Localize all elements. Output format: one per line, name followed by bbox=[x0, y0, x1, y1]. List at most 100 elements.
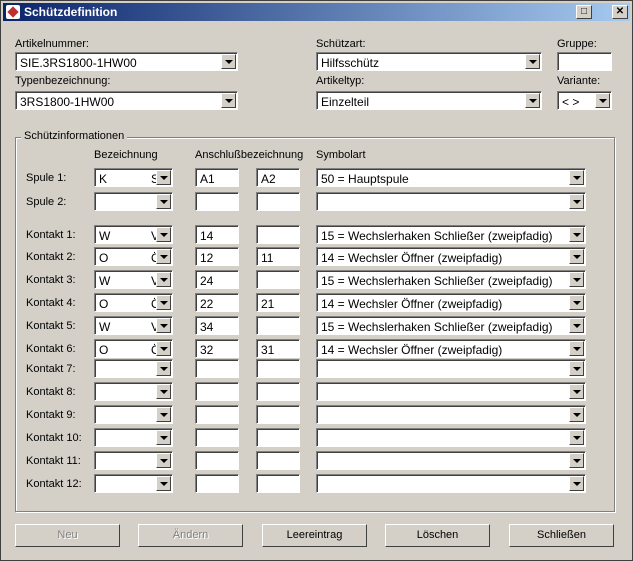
chevron-down-icon[interactable] bbox=[569, 194, 584, 209]
anschluss-2-input[interactable] bbox=[256, 382, 300, 401]
chevron-down-icon[interactable] bbox=[525, 54, 540, 69]
symbolart-combo[interactable]: 50 = Hauptspule bbox=[316, 168, 586, 187]
symbolart-combo[interactable] bbox=[316, 451, 586, 470]
anschluss-2-input[interactable] bbox=[256, 270, 300, 289]
anschluss-1-input[interactable]: 12 bbox=[195, 247, 239, 266]
chevron-down-icon[interactable] bbox=[569, 227, 584, 242]
chevron-down-icon[interactable] bbox=[221, 93, 236, 108]
chevron-down-icon[interactable] bbox=[156, 407, 171, 422]
artikeltyp-combo[interactable]: Einzelteil bbox=[316, 91, 542, 110]
symbolart-combo[interactable]: 15 = Wechslerhaken Schließer (zweipfadig… bbox=[316, 225, 586, 244]
chevron-down-icon[interactable] bbox=[569, 318, 584, 333]
chevron-down-icon[interactable] bbox=[156, 361, 171, 376]
title-bar[interactable]: Schützdefinition □ ✕ bbox=[3, 3, 630, 21]
chevron-down-icon[interactable] bbox=[569, 453, 584, 468]
bezeichnung-combo[interactable]: OÖ bbox=[94, 339, 173, 358]
chevron-down-icon[interactable] bbox=[569, 407, 584, 422]
anschluss-1-input[interactable]: 14 bbox=[195, 225, 239, 244]
bezeichnung-combo[interactable] bbox=[94, 428, 173, 447]
variante-combo[interactable]: < > bbox=[557, 91, 612, 110]
bezeichnung-combo[interactable] bbox=[94, 359, 173, 378]
chevron-down-icon[interactable] bbox=[569, 341, 584, 356]
anschluss-2-input[interactable] bbox=[256, 474, 300, 493]
chevron-down-icon[interactable] bbox=[595, 93, 610, 108]
symbolart-combo[interactable] bbox=[316, 428, 586, 447]
chevron-down-icon[interactable] bbox=[221, 54, 236, 69]
chevron-down-icon[interactable] bbox=[569, 295, 584, 310]
anschluss-1-input[interactable] bbox=[195, 428, 239, 447]
chevron-down-icon[interactable] bbox=[569, 249, 584, 264]
bezeichnung-combo[interactable]: WV bbox=[94, 270, 173, 289]
symbolart-combo[interactable] bbox=[316, 359, 586, 378]
chevron-down-icon[interactable] bbox=[525, 93, 540, 108]
anschluss-2-input[interactable] bbox=[256, 451, 300, 470]
anschluss-2-input[interactable] bbox=[256, 225, 300, 244]
bezeichnung-combo[interactable]: WV bbox=[94, 316, 173, 335]
chevron-down-icon[interactable] bbox=[569, 430, 584, 445]
chevron-down-icon[interactable] bbox=[156, 272, 171, 287]
chevron-down-icon[interactable] bbox=[156, 295, 171, 310]
anschluss-1-input[interactable]: 34 bbox=[195, 316, 239, 335]
anschluss-2-input[interactable] bbox=[256, 316, 300, 335]
anschluss-1-input[interactable] bbox=[195, 359, 239, 378]
symbolart-combo[interactable]: 15 = Wechslerhaken Schließer (zweipfadig… bbox=[316, 316, 586, 335]
bezeichnung-combo[interactable] bbox=[94, 382, 173, 401]
symbolart-combo[interactable]: 14 = Wechsler Öffner (zweipfadig) bbox=[316, 247, 586, 266]
chevron-down-icon[interactable] bbox=[156, 170, 171, 185]
anschluss-2-input[interactable] bbox=[256, 359, 300, 378]
chevron-down-icon[interactable] bbox=[569, 272, 584, 287]
chevron-down-icon[interactable] bbox=[156, 341, 171, 356]
chevron-down-icon[interactable] bbox=[156, 384, 171, 399]
anschluss-1-input[interactable] bbox=[195, 451, 239, 470]
anschluss-1-input[interactable] bbox=[195, 192, 239, 211]
bezeichnung-combo[interactable]: OÖ bbox=[94, 293, 173, 312]
bezeichnung-combo[interactable] bbox=[94, 474, 173, 493]
chevron-down-icon[interactable] bbox=[156, 453, 171, 468]
symbolart-combo[interactable] bbox=[316, 192, 586, 211]
anschluss-1-input[interactable]: 32 bbox=[195, 339, 239, 358]
anschluss-2-input[interactable]: 31 bbox=[256, 339, 300, 358]
chevron-down-icon[interactable] bbox=[156, 430, 171, 445]
artikelnummer-combo[interactable]: SIE.3RS1800-1HW00 bbox=[15, 52, 238, 71]
anschluss-2-input[interactable] bbox=[256, 428, 300, 447]
chevron-down-icon[interactable] bbox=[156, 476, 171, 491]
anschluss-1-input[interactable]: 22 bbox=[195, 293, 239, 312]
chevron-down-icon[interactable] bbox=[156, 227, 171, 242]
anschluss-1-input[interactable] bbox=[195, 474, 239, 493]
restore-icon[interactable]: □ bbox=[576, 5, 592, 19]
typenbezeichnung-combo[interactable]: 3RS1800-1HW00 bbox=[15, 91, 238, 110]
anschluss-2-input[interactable]: 11 bbox=[256, 247, 300, 266]
schliessen-button[interactable]: Schließen bbox=[509, 524, 614, 547]
symbolart-combo[interactable] bbox=[316, 382, 586, 401]
schuetzart-combo[interactable]: Hilfsschütz bbox=[316, 52, 542, 71]
close-icon[interactable]: ✕ bbox=[612, 5, 628, 19]
anschluss-2-input[interactable]: A2 bbox=[256, 168, 300, 187]
anschluss-2-input[interactable] bbox=[256, 192, 300, 211]
symbolart-combo[interactable]: 15 = Wechslerhaken Schließer (zweipfadig… bbox=[316, 270, 586, 289]
symbolart-combo[interactable] bbox=[316, 474, 586, 493]
neu-button[interactable]: Neu bbox=[15, 524, 120, 547]
symbolart-combo[interactable] bbox=[316, 405, 586, 424]
anschluss-1-input[interactable]: 24 bbox=[195, 270, 239, 289]
anschluss-2-input[interactable] bbox=[256, 405, 300, 424]
chevron-down-icon[interactable] bbox=[156, 318, 171, 333]
symbolart-combo[interactable]: 14 = Wechsler Öffner (zweipfadig) bbox=[316, 339, 586, 358]
gruppe-input[interactable] bbox=[557, 52, 612, 71]
loeschen-button[interactable]: Löschen bbox=[385, 524, 490, 547]
aendern-button[interactable]: Ändern bbox=[138, 524, 243, 547]
leereintrag-button[interactable]: Leereintrag bbox=[262, 524, 367, 547]
symbolart-combo[interactable]: 14 = Wechsler Öffner (zweipfadig) bbox=[316, 293, 586, 312]
bezeichnung-combo[interactable]: KS bbox=[94, 168, 173, 187]
anschluss-2-input[interactable]: 21 bbox=[256, 293, 300, 312]
chevron-down-icon[interactable] bbox=[569, 476, 584, 491]
chevron-down-icon[interactable] bbox=[569, 384, 584, 399]
chevron-down-icon[interactable] bbox=[569, 361, 584, 376]
bezeichnung-combo[interactable]: WV bbox=[94, 225, 173, 244]
anschluss-1-input[interactable] bbox=[195, 405, 239, 424]
bezeichnung-combo[interactable] bbox=[94, 405, 173, 424]
anschluss-1-input[interactable] bbox=[195, 382, 239, 401]
chevron-down-icon[interactable] bbox=[156, 249, 171, 264]
bezeichnung-combo[interactable]: OÖ bbox=[94, 247, 173, 266]
bezeichnung-combo[interactable] bbox=[94, 451, 173, 470]
bezeichnung-combo[interactable] bbox=[94, 192, 173, 211]
